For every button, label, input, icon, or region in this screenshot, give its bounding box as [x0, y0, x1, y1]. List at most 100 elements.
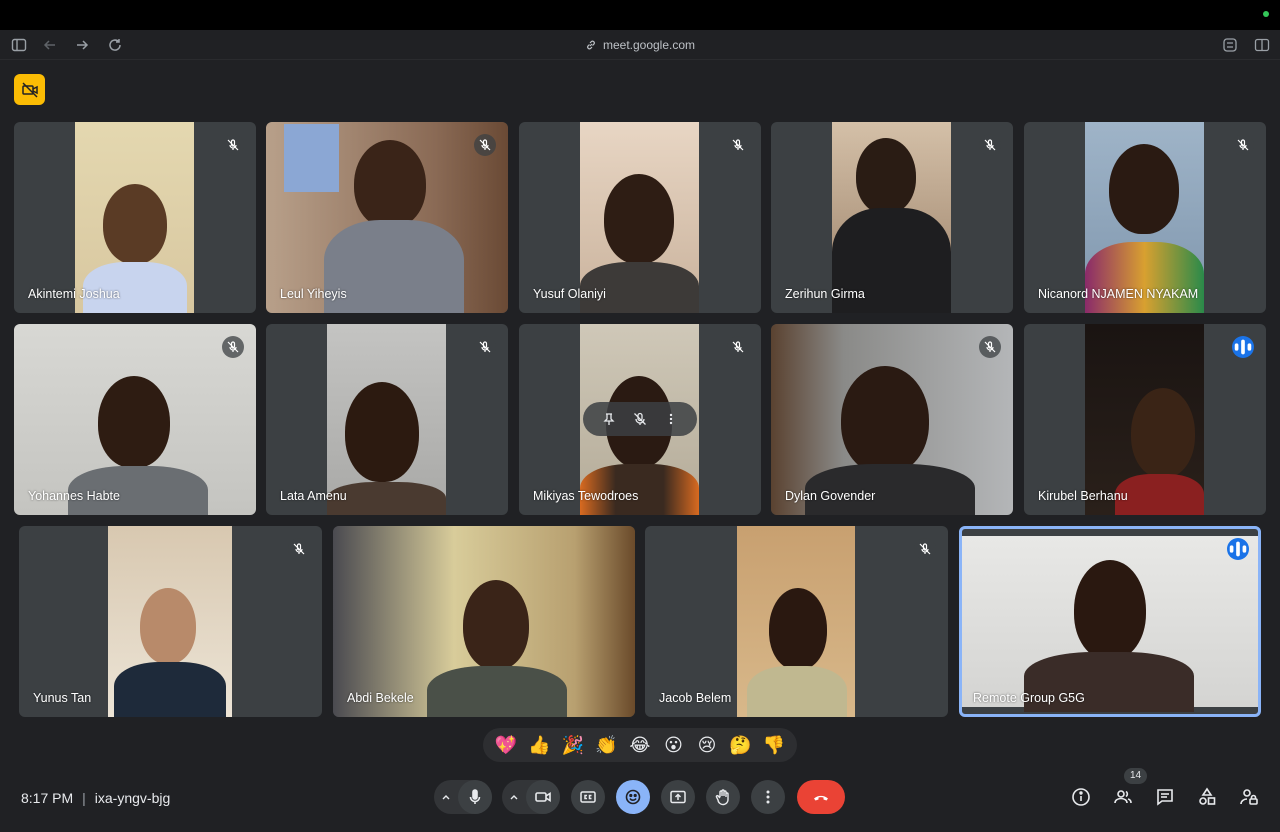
participant-body	[1115, 474, 1204, 515]
camera-toggle-button[interactable]	[526, 780, 560, 814]
participant-body	[747, 666, 847, 717]
reaction-sparkling-heart[interactable]: 💖	[491, 728, 521, 762]
closed-captions-icon	[580, 791, 596, 803]
pin-icon[interactable]	[602, 412, 616, 426]
present-screen-icon	[670, 790, 686, 804]
people-button[interactable]	[1112, 786, 1134, 808]
participant-head	[463, 580, 529, 670]
video-options-chevron-icon[interactable]	[502, 791, 526, 803]
hang-up-icon	[814, 795, 828, 801]
reaction-clapping[interactable]: 👏	[591, 728, 621, 762]
mic-toggle-button[interactable]	[458, 780, 492, 814]
captions-button[interactable]	[571, 780, 605, 814]
mic-off-icon	[979, 134, 1001, 156]
people-icon	[1114, 790, 1132, 804]
reaction-thinking[interactable]: 🤔	[726, 728, 756, 762]
participant-body	[427, 666, 567, 717]
participant-head	[1109, 144, 1179, 234]
host-controls-button[interactable]	[1238, 786, 1260, 808]
video-camera-icon	[535, 792, 551, 802]
participant-tile[interactable]: Yusuf Olaniyi	[519, 122, 761, 313]
chat-icon	[1157, 789, 1173, 806]
reactions-bar: 💖 👍 🎉 👏 😂 😮 😢 🤔 👎	[483, 728, 797, 762]
leave-call-button[interactable]	[797, 780, 845, 814]
mute-participant-icon[interactable]	[633, 412, 647, 426]
speaking-indicator-icon	[1232, 336, 1254, 358]
participant-head	[841, 366, 929, 474]
mic-off-icon	[727, 134, 749, 156]
audio-options-chevron-icon[interactable]	[434, 791, 458, 803]
microphone-icon	[469, 789, 481, 804]
participant-tile[interactable]: Lata Amenu	[266, 324, 508, 515]
meeting-info-separator: |	[82, 790, 86, 806]
chat-button[interactable]	[1154, 786, 1176, 808]
participant-tile[interactable]: Kirubel Berhanu	[1024, 324, 1266, 515]
participant-video	[266, 122, 508, 313]
participant-head	[1074, 560, 1146, 660]
url-text: meet.google.com	[602, 38, 696, 52]
lock-person-icon	[1240, 789, 1258, 805]
participant-video	[333, 526, 635, 717]
participant-name: Yohannes Habte	[28, 489, 120, 503]
participant-tile[interactable]: Nicanord NJAMEN NYAKAM	[1024, 122, 1266, 313]
present-screen-button[interactable]	[661, 780, 695, 814]
audio-control-group	[434, 780, 492, 814]
info-icon	[1072, 788, 1090, 806]
reaction-thumbs-down[interactable]: 👎	[759, 728, 789, 762]
extension-icon[interactable]	[1222, 37, 1238, 53]
participant-tile[interactable]: Leul Yiheyis	[266, 122, 508, 313]
reaction-sad[interactable]: 😢	[692, 728, 722, 762]
mic-off-icon	[222, 336, 244, 358]
raise-hand-button[interactable]	[706, 780, 740, 814]
smiley-icon	[625, 789, 641, 805]
raise-hand-icon	[715, 789, 729, 806]
participant-video	[1085, 324, 1204, 515]
meeting-info: 8:17 PM | ixa-yngv-bjg	[21, 790, 170, 806]
participant-tile[interactable]: Akintemi Joshua	[14, 122, 256, 313]
participant-name: Yunus Tan	[33, 691, 92, 705]
meeting-controls-bar: 8:17 PM | ixa-yngv-bjg	[0, 770, 1280, 832]
participant-video	[1085, 122, 1204, 313]
participant-video	[962, 536, 1258, 712]
meeting-time: 8:17 PM	[21, 790, 74, 806]
participant-tile[interactable]: Mikiyas Tewodroes	[519, 324, 761, 515]
reaction-joy[interactable]: 😂	[625, 728, 655, 762]
mic-off-icon	[1232, 134, 1254, 156]
address-bar[interactable]: meet.google.com	[0, 38, 1280, 52]
reactions-button[interactable]	[616, 780, 650, 814]
camera-off-alert-icon[interactable]	[14, 74, 45, 105]
more-options-icon[interactable]	[664, 412, 678, 426]
more-vert-icon	[766, 790, 770, 804]
participant-tile[interactable]: Yohannes Habte	[14, 324, 256, 515]
participant-head	[98, 376, 170, 468]
mic-off-icon	[222, 134, 244, 156]
participant-tile-active[interactable]: Remote Group G5G	[959, 526, 1261, 717]
activities-shapes-icon	[1199, 787, 1216, 805]
reaction-thumbs-up[interactable]: 👍	[524, 728, 554, 762]
reaction-surprised[interactable]: 😮	[659, 728, 689, 762]
mic-off-icon	[474, 336, 496, 358]
participant-head	[354, 140, 426, 228]
participant-head	[1131, 388, 1195, 478]
more-options-button[interactable]	[751, 780, 785, 814]
participant-name: Kirubel Berhanu	[1038, 489, 1128, 503]
reaction-party-popper[interactable]: 🎉	[558, 728, 588, 762]
activities-button[interactable]	[1196, 786, 1218, 808]
split-view-icon[interactable]	[1254, 37, 1270, 53]
participant-tile[interactable]: Dylan Govender	[771, 324, 1013, 515]
meeting-code: ixa-yngv-bjg	[94, 790, 171, 806]
participant-name: Mikiyas Tewodroes	[533, 489, 639, 503]
participant-tile[interactable]: Abdi Bekele	[333, 526, 635, 717]
participant-tile[interactable]: Jacob Belem	[645, 526, 948, 717]
participant-video	[108, 526, 232, 717]
participant-body	[114, 662, 226, 717]
meeting-details-button[interactable]	[1070, 786, 1092, 808]
browser-toolbar: meet.google.com	[0, 30, 1280, 60]
participant-head	[103, 184, 167, 264]
participant-video	[771, 324, 1013, 515]
participant-tile[interactable]: Zerihun Girma	[771, 122, 1013, 313]
participant-name: Jacob Belem	[659, 691, 732, 705]
participant-head	[140, 588, 196, 664]
mic-off-icon	[914, 538, 936, 560]
participant-tile[interactable]: Yunus Tan	[19, 526, 322, 717]
